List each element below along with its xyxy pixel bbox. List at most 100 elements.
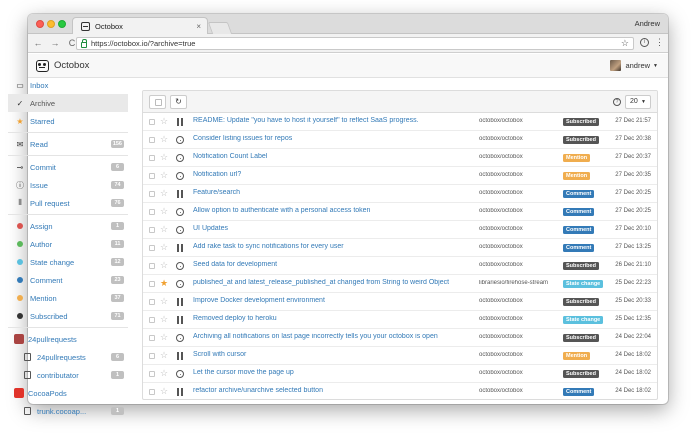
sidebar-repo-trunk-cocoap[interactable]: trunk.cocoap... 1 — [8, 402, 128, 420]
table-row[interactable]: ☆ Notification url? octobox/octobox Mention… — [143, 167, 657, 185]
repo-name[interactable]: octobox/octobox — [479, 208, 563, 214]
notification-title-link[interactable]: Let the cursor move the page up — [193, 369, 468, 376]
octobox-logo-icon[interactable] — [36, 59, 49, 72]
user-menu[interactable]: andrew ▼ — [610, 60, 658, 71]
sidebar-repo-contributator[interactable]: contributator 1 — [8, 366, 128, 384]
sidebar-item-issue[interactable]: ⓘ Issue 74 — [8, 176, 128, 194]
repo-name[interactable]: octobox/octobox — [479, 226, 563, 232]
star-icon[interactable]: ☆ — [160, 260, 168, 271]
address-bar[interactable]: https://octobox.io/?archive=true ☆ — [76, 37, 634, 50]
sidebar-item-mention[interactable]: Mention 37 — [8, 289, 128, 307]
back-arrow-icon[interactable]: ← — [31, 38, 45, 48]
table-row[interactable]: ☆ Consider listing issues for repos octobo… — [143, 131, 657, 149]
repo-name[interactable]: octobox/octobox — [479, 298, 563, 304]
close-window-button[interactable] — [36, 20, 44, 28]
sidebar-repo-24pullrequests[interactable]: 24pullrequests 6 — [8, 348, 128, 366]
browser-tab[interactable]: Octobox × — [72, 17, 208, 35]
star-icon[interactable]: ☆ — [160, 350, 168, 361]
repo-name[interactable]: octobox/octobox — [479, 154, 563, 160]
row-checkbox[interactable] — [149, 155, 155, 161]
repo-name[interactable]: octobox/octobox — [479, 136, 563, 142]
row-checkbox[interactable] — [149, 335, 155, 341]
star-icon[interactable]: ☆ — [160, 152, 168, 163]
sidebar-item-archive[interactable]: ✓ Archive — [8, 94, 128, 112]
table-row[interactable]: ☆ refactor archive/unarchive selected but… — [143, 383, 657, 399]
notification-title-link[interactable]: Consider listing issues for repos — [193, 135, 468, 142]
row-checkbox[interactable] — [149, 173, 155, 179]
row-checkbox[interactable] — [149, 389, 155, 395]
row-checkbox[interactable] — [149, 299, 155, 305]
star-icon[interactable]: ☆ — [160, 296, 168, 307]
notification-title-link[interactable]: README: Update "you have to host it your… — [193, 117, 468, 124]
notification-title-link[interactable]: Allow option to authenticate with a pers… — [193, 207, 468, 214]
row-checkbox[interactable] — [149, 191, 155, 197]
row-checkbox[interactable] — [149, 137, 155, 143]
tab-close-icon[interactable]: × — [196, 22, 201, 31]
row-checkbox[interactable] — [149, 353, 155, 359]
star-icon[interactable]: ☆ — [160, 206, 168, 217]
repo-name[interactable]: octobox/octobox — [479, 118, 563, 124]
brand-name[interactable]: Octobox — [54, 60, 89, 71]
row-checkbox[interactable] — [149, 281, 155, 287]
repo-name[interactable]: octobox/octobox — [479, 244, 563, 250]
repo-name[interactable]: octobox/octobox — [479, 334, 563, 340]
sidebar-item-read[interactable]: ✉ Read 156 — [8, 135, 128, 153]
sidebar-item-author[interactable]: Author 11 — [8, 235, 128, 253]
notification-title-link[interactable]: Archiving all notifications on last page… — [193, 333, 468, 340]
repo-name[interactable]: octobox/octobox — [479, 388, 563, 394]
star-icon[interactable]: ☆ — [160, 368, 168, 379]
notification-title-link[interactable]: published_at and latest_release_publishe… — [193, 279, 468, 286]
star-icon[interactable]: ★ — [160, 278, 168, 289]
minimize-window-button[interactable] — [47, 20, 55, 28]
row-checkbox[interactable] — [149, 245, 155, 251]
repo-name[interactable]: octobox/octobox — [479, 316, 563, 322]
notification-title-link[interactable]: Improve Docker development environment — [193, 297, 468, 304]
select-all-checkbox[interactable] — [149, 95, 166, 109]
row-checkbox[interactable] — [149, 209, 155, 215]
star-icon[interactable]: ☆ — [160, 188, 168, 199]
star-icon[interactable]: ☆ — [160, 242, 168, 253]
sidebar-item-starred[interactable]: ★ Starred — [8, 112, 128, 130]
repo-name[interactable]: octobox/octobox — [479, 262, 563, 268]
row-checkbox[interactable] — [149, 227, 155, 233]
sidebar-item-assign[interactable]: Assign 1 — [8, 217, 128, 235]
url-text[interactable]: https://octobox.io/?archive=true — [91, 39, 621, 48]
table-row[interactable]: ☆ Removed deploy to heroku octobox/octobox… — [143, 311, 657, 329]
forward-arrow-icon[interactable]: → — [48, 38, 62, 48]
table-row[interactable]: ★ published_at and latest_release_publish… — [143, 275, 657, 293]
bookmark-star-icon[interactable]: ☆ — [621, 38, 629, 49]
table-row[interactable]: ☆ Seed data for development octobox/octobo… — [143, 257, 657, 275]
sidebar-item-comment[interactable]: Comment 23 — [8, 271, 128, 289]
sidebar-item-subscribed[interactable]: Subscribed 71 — [8, 307, 128, 325]
repo-name[interactable]: octobox/octobox — [479, 352, 563, 358]
table-row[interactable]: ☆ Archiving all notifications on last pag… — [143, 329, 657, 347]
zoom-window-button[interactable] — [58, 20, 66, 28]
row-checkbox[interactable] — [149, 119, 155, 125]
table-row[interactable]: ☆ README: Update "you have to host it you… — [143, 113, 657, 131]
new-tab-button[interactable] — [207, 22, 233, 34]
sidebar-org-24pullrequests[interactable]: 24pullrequests — [8, 330, 128, 348]
row-checkbox[interactable] — [149, 317, 155, 323]
star-icon[interactable]: ☆ — [160, 134, 168, 145]
table-row[interactable]: ☆ Allow option to authenticate with a per… — [143, 203, 657, 221]
notification-title-link[interactable]: refactor archive/unarchive selected butt… — [193, 387, 468, 394]
table-row[interactable]: ☆ Scroll with cursor octobox/octobox Mentio… — [143, 347, 657, 365]
notification-title-link[interactable]: Notification url? — [193, 171, 468, 178]
notification-title-link[interactable]: Seed data for development — [193, 261, 468, 268]
notification-title-link[interactable]: Add rake task to sync notifications for … — [193, 243, 468, 250]
repo-name[interactable]: librariesio/firehose-stream — [479, 280, 563, 286]
repo-name[interactable]: octobox/octobox — [479, 190, 563, 196]
sidebar-item-pull-request[interactable]: ⫴ Pull request 76 — [8, 194, 128, 212]
row-checkbox[interactable] — [149, 263, 155, 269]
star-icon[interactable]: ☆ — [160, 170, 168, 181]
sidebar-item-commit[interactable]: ⊸ Commit 6 — [8, 158, 128, 176]
repo-name[interactable]: octobox/octobox — [479, 370, 563, 376]
star-icon[interactable]: ☆ — [160, 332, 168, 343]
table-row[interactable]: ☆ Add rake task to sync notifications for… — [143, 239, 657, 257]
notification-title-link[interactable]: UI Updates — [193, 225, 468, 232]
table-row[interactable]: ☆ Improve Docker development environment o… — [143, 293, 657, 311]
sidebar-item-inbox[interactable]: ▭ Inbox — [8, 76, 128, 94]
table-row[interactable]: ☆ Notification Count Label octobox/octobox… — [143, 149, 657, 167]
table-row[interactable]: ☆ Let the cursor move the page up octobox/… — [143, 365, 657, 383]
table-row[interactable]: ☆ Feature/search octobox/octobox Comment 27 … — [143, 185, 657, 203]
